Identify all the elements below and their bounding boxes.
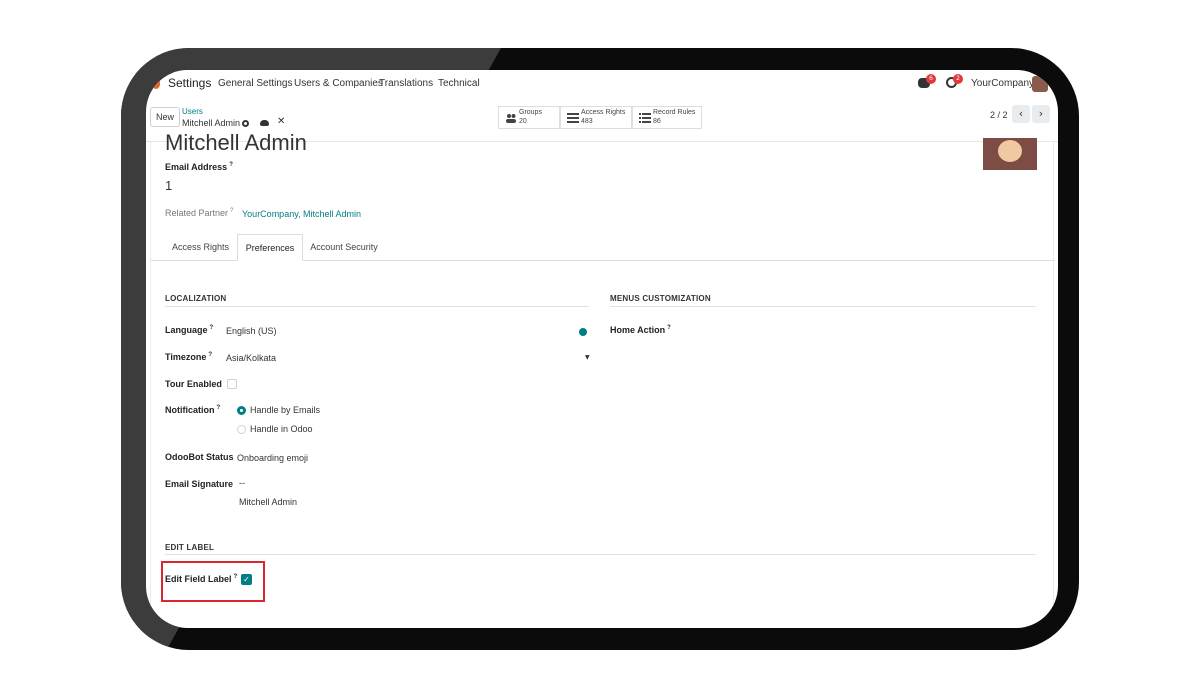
chevron-down-icon[interactable]: ▼ <box>585 354 590 361</box>
odoobot-status-field[interactable]: Onboarding emoji <box>237 453 308 463</box>
email-signature-label: Email Signature <box>165 479 234 489</box>
menus-divider <box>610 306 1036 307</box>
menu-users-companies[interactable]: Users & Companies <box>294 78 383 89</box>
related-partner-label: Related Partner? <box>165 208 234 218</box>
app-title[interactable]: Settings <box>168 76 211 90</box>
edit-label-divider <box>165 554 1036 555</box>
notebook-tabs: Access Rights Preferences Account Securi… <box>151 234 1055 261</box>
menu-technical[interactable]: Technical <box>438 78 480 89</box>
edit-field-label-label: Edit Field Label? <box>165 574 238 584</box>
related-partner-link[interactable]: YourCompany, Mitchell Admin <box>242 209 361 219</box>
smart-button-record-rules[interactable]: Record Rules 86 <box>632 106 702 129</box>
tour-enabled-label: Tour Enabled <box>165 379 222 389</box>
users-icon <box>506 114 516 123</box>
app-screen: Settings General Settings Users & Compan… <box>146 70 1058 628</box>
pager-next-button[interactable]: › <box>1032 105 1050 123</box>
menu-translations[interactable]: Translations <box>379 78 433 89</box>
email-label: Email Address? <box>165 162 233 172</box>
top-navbar: Settings General Settings Users & Compan… <box>146 70 1058 98</box>
localization-divider <box>165 306 589 307</box>
language-label: Language? <box>165 325 214 335</box>
radio-handle-odoo[interactable] <box>237 425 246 434</box>
list-icon <box>567 113 579 123</box>
activities-badge: 2 <box>953 74 963 84</box>
globe-icon[interactable] <box>579 328 587 336</box>
email-value[interactable]: 1 <box>165 178 172 193</box>
company-switcher[interactable]: YourCompany <box>971 78 1034 89</box>
menus-heading: MENUS CUSTOMIZATION <box>610 294 711 303</box>
option-handle-odoo[interactable]: Handle in Odoo <box>250 424 313 434</box>
tab-preferences[interactable]: Preferences <box>237 234 303 261</box>
timezone-label: Timezone? <box>165 352 213 362</box>
user-form: Mitchell Admin Email Address? 1 Related … <box>150 130 1055 628</box>
option-handle-emails[interactable]: Handle by Emails <box>250 405 320 415</box>
smart-button-groups[interactable]: Groups 20 <box>498 106 560 129</box>
discard-icon[interactable]: ✕ <box>277 116 285 127</box>
list-icon <box>639 113 651 123</box>
notification-label: Notification? <box>165 405 221 415</box>
user-photo[interactable] <box>983 138 1037 170</box>
odoobot-status-label: OdooBot Status <box>165 452 234 462</box>
user-name-field[interactable]: Mitchell Admin <box>165 130 307 156</box>
tab-access-rights[interactable]: Access Rights <box>164 234 237 261</box>
smart-button-access-rights[interactable]: Access Rights 483 <box>560 106 632 129</box>
pager-prev-button[interactable]: ‹ <box>1012 105 1030 123</box>
radio-handle-emails[interactable] <box>237 406 246 415</box>
breadcrumb-users[interactable]: Users <box>182 107 203 116</box>
pager-value[interactable]: 2 / 2 <box>990 110 1008 120</box>
cloud-save-icon[interactable] <box>260 120 269 126</box>
signature-dash: -- <box>239 478 245 488</box>
menu-general-settings[interactable]: General Settings <box>218 78 293 89</box>
timezone-field[interactable]: Asia/Kolkata <box>226 353 276 363</box>
localization-heading: LOCALIZATION <box>165 294 227 303</box>
edit-field-label-checkbox[interactable]: ✓ <box>241 574 252 585</box>
tab-account-security[interactable]: Account Security <box>303 234 385 261</box>
breadcrumb-current: Mitchell Admin <box>182 118 241 128</box>
edit-label-heading: EDIT LABEL <box>165 543 215 552</box>
tour-enabled-checkbox[interactable] <box>227 379 237 389</box>
user-avatar[interactable] <box>1032 76 1048 92</box>
language-field[interactable]: English (US) <box>226 326 277 336</box>
new-button[interactable]: New <box>150 107 180 127</box>
home-action-label: Home Action? <box>610 325 671 335</box>
messages-badge: 6 <box>926 74 936 84</box>
gear-icon[interactable] <box>242 120 249 127</box>
odoo-logo-icon <box>152 79 160 89</box>
email-signature-field[interactable]: Mitchell Admin <box>239 497 297 507</box>
